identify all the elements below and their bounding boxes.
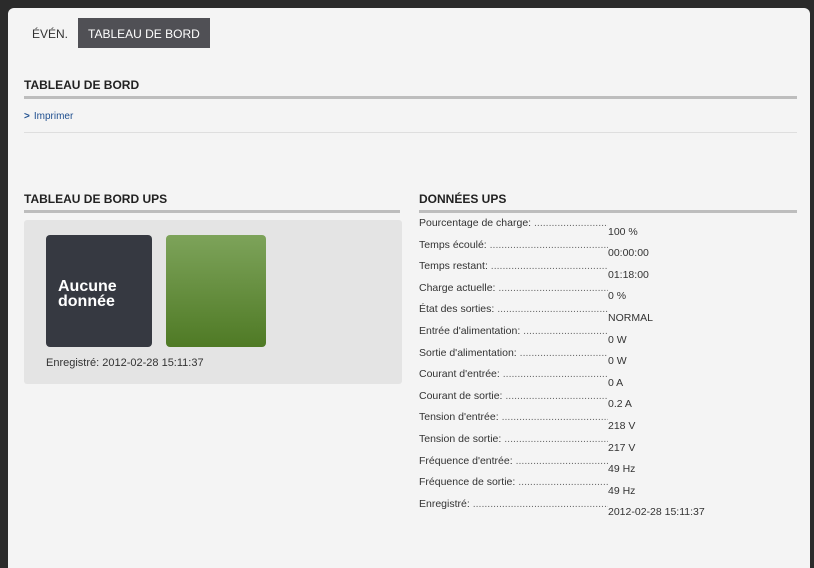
ups-data-value: 2012-02-28 15:11:37 [608,506,705,519]
leader-dots: ........................................… [498,281,608,294]
ups-data-label-text: Sortie d'alimentation: [419,346,517,359]
ups-status-text: Aucune donnée [58,278,117,310]
ups-data-label-text: Courant de sortie: [419,389,503,402]
ups-data-label: État des sorties: ......................… [419,299,608,321]
ups-dashboard-title: TABLEAU DE BORD UPS [24,192,168,206]
leader-dots: ........................................… [505,389,608,402]
main-panel: ÉVÉN. TABLEAU DE BORD TABLEAU DE BORD > I… [8,8,810,568]
ups-data-row: Charge actuelle: .......................… [419,278,797,303]
ups-data-label-text: Charge actuelle: [419,281,496,294]
ups-recorded-timestamp: Enregistré: 2012-02-28 15:11:37 [46,357,204,369]
leader-dots: ........................................… [502,368,608,381]
ups-data-row: Courant de sortie: .....................… [419,386,797,411]
ups-data-label: Tension de sortie: .....................… [419,429,608,451]
tab-events[interactable]: ÉVÉN. [22,18,78,48]
ups-data-label-text: Enregistré: [419,497,470,510]
ups-data-label-text: Fréquence d'entrée: [419,454,513,467]
ups-data-label: Tension d'entrée: ......................… [419,407,608,429]
print-link[interactable]: > Imprimer [24,111,73,122]
ups-data-title: DONNÉES UPS [419,192,507,206]
ups-data-label: Temps écoulé: ..........................… [419,235,608,257]
ups-data-label-text: Temps restant: [419,260,488,273]
leader-dots: ........................................… [497,303,608,316]
leader-dots: ........................................… [534,217,608,229]
ups-data-row: Tension d'entrée: ......................… [419,407,797,432]
ups-data-label: Courant d'entrée: ......................… [419,364,608,386]
ups-data-row: Temps restant: .........................… [419,256,797,281]
ups-data-label-text: Tension de sortie: [419,432,502,445]
leader-dots: ........................................… [490,260,608,273]
tab-dashboard[interactable]: TABLEAU DE BORD [78,18,210,48]
ups-data-row: Fréquence d'entrée: ....................… [419,451,797,476]
ups-data-row: Courant d'entrée: ......................… [419,364,797,389]
leader-dots: ........................................… [519,346,608,359]
ups-data-row: Entrée d'alimentation: .................… [419,321,797,346]
dashboard-title: TABLEAU DE BORD [24,78,140,92]
leader-dots: ........................................… [489,238,608,251]
chevron-right-icon: > [24,111,30,122]
ups-data-row: Temps écoulé: ..........................… [419,235,797,260]
ups-dashboard-panel: Aucune donnée Enregistré: 2012-02-28 15:… [24,220,402,384]
ups-data-label-text: Temps écoulé: [419,238,487,251]
leader-dots: ........................................… [501,411,608,424]
leader-dots: ........................................… [523,324,608,337]
ups-data-label: Pourcentage de charge: .................… [419,213,608,235]
ups-data-label-text: Pourcentage de charge: [419,217,532,229]
ups-data-label: Sortie d'alimentation: .................… [419,343,608,365]
ups-data-label-text: Entrée d'alimentation: [419,324,521,337]
ups-data-row: Fréquence de sortie: ...................… [419,472,797,497]
ups-data-label-text: Tension d'entrée: [419,411,499,424]
ups-data-label: Fréquence d'entrée: ....................… [419,451,608,473]
ups-data-list: Pourcentage de charge: .................… [419,213,797,519]
ups-data-label: Entrée d'alimentation: .................… [419,321,608,343]
ups-data-row: Sortie d'alimentation: .................… [419,343,797,368]
ups-data-label-text: État des sorties: [419,303,495,316]
leader-dots: ........................................… [518,476,608,489]
ups-battery-tile [166,235,266,347]
leader-dots: ........................................… [515,454,608,467]
print-link-label: Imprimer [33,111,74,122]
ups-data-row: Tension de sortie: .....................… [419,429,797,454]
leader-dots: ........................................… [504,432,608,445]
ups-data-row: État des sorties: ......................… [419,299,797,324]
ups-data-label: Temps restant: .........................… [419,256,608,278]
print-divider [24,132,797,133]
ups-data-label: Charge actuelle: .......................… [419,278,608,300]
ups-data-label: Courant de sortie: .....................… [419,386,608,408]
ups-data-label-text: Fréquence de sortie: [419,476,516,489]
tab-bar: ÉVÉN. TABLEAU DE BORD [22,18,210,48]
ups-status-tile: Aucune donnée [46,235,152,347]
ups-data-label: Fréquence de sortie: ...................… [419,472,608,494]
ups-data-label-text: Courant d'entrée: [419,368,500,381]
ups-data-label: Enregistré: ............................… [419,494,608,516]
ups-data-row: Pourcentage de charge: .................… [419,213,797,238]
dashboard-divider [24,96,797,99]
ups-dashboard-divider [24,210,400,213]
ups-data-row: Enregistré: ............................… [419,494,797,519]
leader-dots: ........................................… [472,497,608,510]
